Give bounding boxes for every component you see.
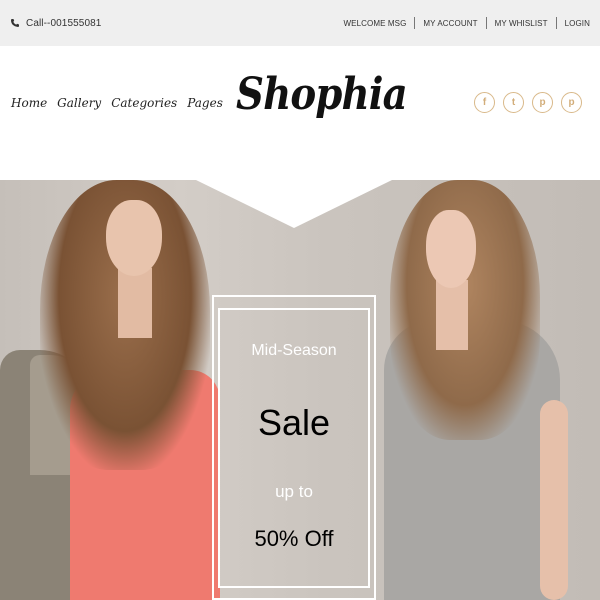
account-links: WELCOME MSG MY ACCOUNT MY WHISLIST LOGIN [344,17,590,29]
divider [414,17,416,29]
hero-model-left-face [106,200,162,276]
social-links: f t p p [474,92,582,113]
header: Home Gallery Categories Pages Shophia f … [0,46,600,180]
sale-discount: 50% Off [254,526,334,551]
call-info: Call--001555081 [10,18,101,29]
sale-subtitle: Mid-Season [251,342,337,359]
my-wishlist-link[interactable]: MY WHISLIST [495,19,548,28]
hero-model-left-neck [118,268,152,338]
login-link[interactable]: LOGIN [565,19,590,28]
site-logo[interactable]: Shophia [236,69,408,120]
nav-item-pages[interactable]: Pages [187,96,223,110]
my-account-link[interactable]: MY ACCOUNT [423,19,477,28]
hero-model-right-neck [436,280,468,350]
nav-item-categories[interactable]: Categories [111,96,177,110]
welcome-msg-link[interactable]: WELCOME MSG [344,19,407,28]
top-bar: Call--001555081 WELCOME MSG MY ACCOUNT M… [0,0,600,46]
hero-model-right-arm [540,400,568,600]
phone-icon [11,19,19,27]
nav-item-gallery[interactable]: Gallery [57,96,101,110]
sale-upto: up to [275,482,313,501]
hero-model-right-face [426,210,476,288]
main-nav: Home Gallery Categories Pages [11,96,223,110]
divider [555,17,557,29]
call-text: Call--001555081 [26,17,102,29]
hero-notch [196,180,392,228]
sale-frame[interactable]: Mid-Season Sale up to 50% Off [218,308,370,588]
divider [485,17,487,29]
facebook-icon[interactable]: f [474,92,495,113]
nav-item-home[interactable]: Home [11,96,47,110]
pinterest-circle-icon[interactable]: p [561,92,582,113]
pinterest-icon[interactable]: p [532,92,553,113]
sale-title: Sale [257,402,331,443]
twitter-icon[interactable]: t [503,92,524,113]
